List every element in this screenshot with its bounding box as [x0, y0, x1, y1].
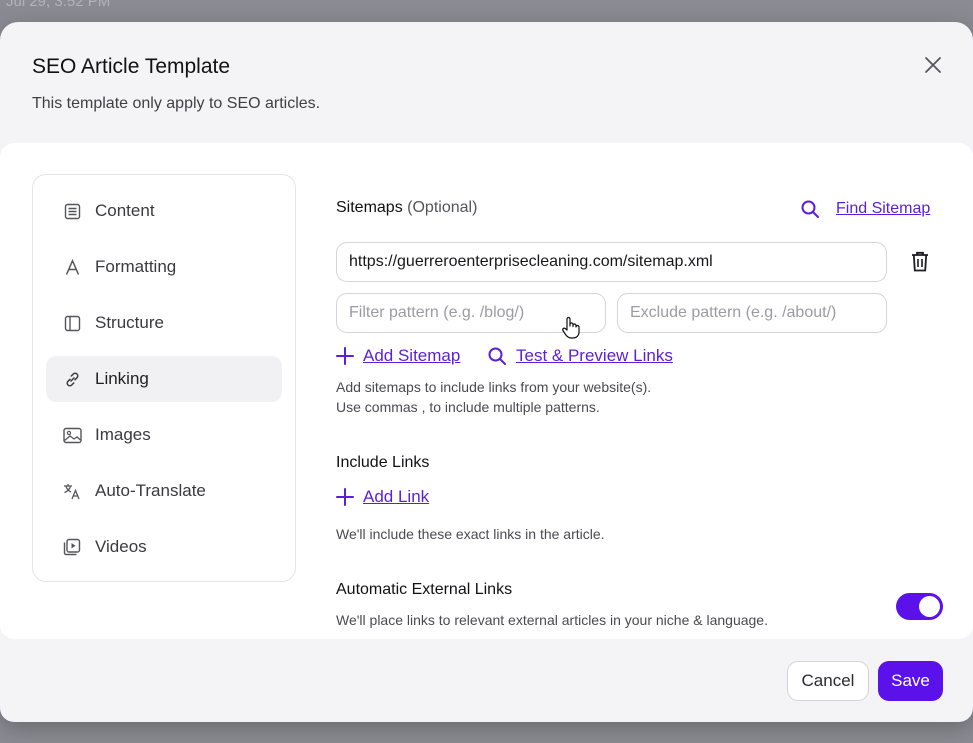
external-links-toggle[interactable] — [896, 593, 943, 620]
sidebar-item-label: Structure — [95, 313, 164, 332]
cancel-button[interactable]: Cancel — [787, 661, 869, 701]
seo-template-modal: SEO Article Template This template only … — [0, 22, 973, 722]
video-icon — [62, 537, 82, 557]
add-link-button[interactable]: Add Link — [336, 487, 429, 507]
font-icon — [62, 257, 82, 277]
sidebar-item-content[interactable]: Content — [46, 188, 282, 234]
sidebar-item-videos[interactable]: Videos — [46, 524, 282, 570]
sidebar-item-label: Linking — [95, 369, 149, 388]
sitemaps-label: Sitemaps (Optional) — [336, 199, 478, 216]
sidebar-item-linking[interactable]: Linking — [46, 356, 282, 402]
include-links-help: We'll include these exact links in the a… — [336, 526, 605, 542]
document-icon — [62, 201, 82, 221]
link-icon — [62, 369, 82, 389]
include-links-label: Include Links — [336, 454, 430, 471]
add-sitemap-button[interactable]: Add Sitemap — [336, 346, 460, 366]
external-links-help: We'll place links to relevant external a… — [336, 612, 768, 628]
modal-title: SEO Article Template — [32, 55, 231, 78]
sidebar-item-label: Images — [95, 425, 151, 444]
external-links-label: Automatic External Links — [336, 581, 513, 598]
background-date: Jul 29, 3:52 PM — [6, 0, 111, 10]
settings-panel: Content Formatting Structure Linking Ima… — [0, 143, 973, 639]
plus-icon — [336, 347, 354, 365]
linking-settings: Sitemaps (Optional) Find Sitemap Add Sit… — [336, 143, 946, 639]
optional-label: (Optional) — [407, 199, 478, 216]
search-icon — [487, 346, 507, 366]
layout-icon — [62, 313, 82, 333]
delete-sitemap-button[interactable] — [908, 249, 932, 273]
sidebar-item-label: Videos — [95, 537, 147, 556]
test-preview-links-button[interactable]: Test & Preview Links — [487, 346, 673, 366]
hand-cursor-icon — [562, 316, 580, 339]
image-icon — [62, 425, 82, 445]
sitemap-url-input[interactable] — [336, 242, 887, 282]
find-sitemap-link[interactable]: Find Sitemap — [800, 199, 930, 219]
sidebar-item-images[interactable]: Images — [46, 412, 282, 458]
translate-icon — [62, 481, 82, 501]
trash-icon — [912, 251, 928, 271]
close-button[interactable] — [918, 50, 948, 80]
close-icon — [925, 57, 941, 73]
sidebar-item-formatting[interactable]: Formatting — [46, 244, 282, 290]
settings-sidebar: Content Formatting Structure Linking Ima… — [32, 174, 296, 582]
save-button[interactable]: Save — [878, 661, 943, 701]
sitemap-help-text: Add sitemaps to include links from your … — [336, 379, 652, 415]
toggle-knob — [919, 596, 940, 617]
sidebar-item-label: Content — [95, 201, 155, 220]
sidebar-item-label: Formatting — [95, 257, 177, 276]
modal-subtitle: This template only apply to SEO articles… — [32, 95, 321, 112]
sidebar-item-label: Auto-Translate — [95, 481, 206, 500]
sidebar-item-structure[interactable]: Structure — [46, 300, 282, 346]
sidebar-item-auto-translate[interactable]: Auto-Translate — [46, 468, 282, 514]
plus-icon — [336, 488, 354, 506]
search-icon — [801, 200, 819, 218]
exclude-pattern-input[interactable] — [617, 293, 887, 333]
